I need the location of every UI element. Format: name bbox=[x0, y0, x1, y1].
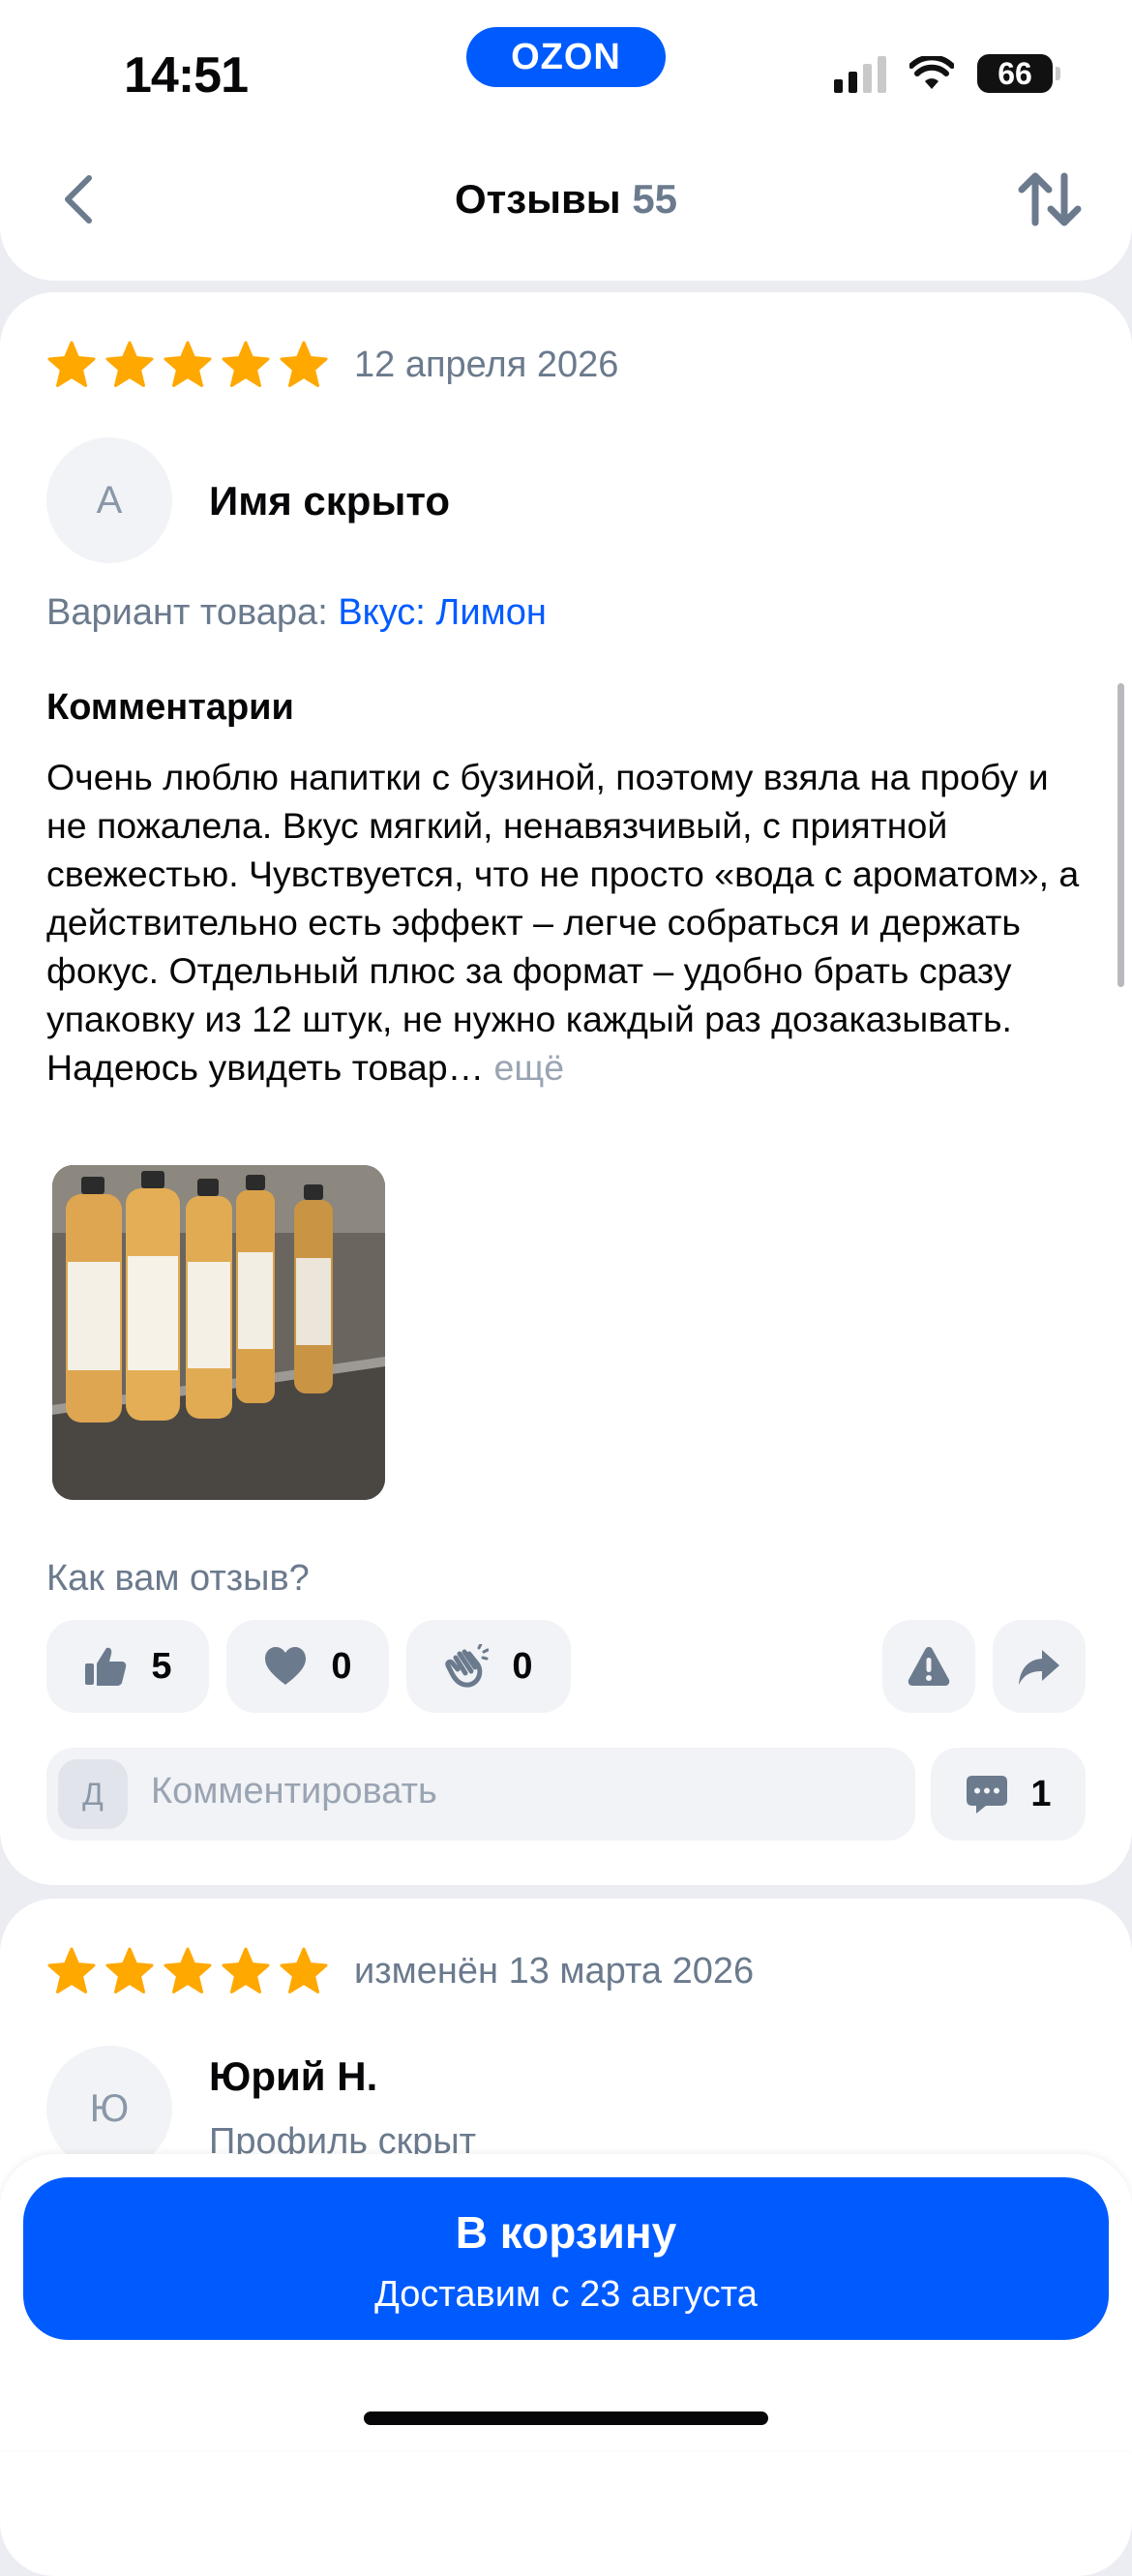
product-variant: Вариант товара: Вкус: Лимон bbox=[46, 592, 547, 634]
home-indicator[interactable] bbox=[364, 2411, 768, 2425]
hearts-count: 0 bbox=[331, 1645, 352, 1687]
star-rating bbox=[46, 341, 329, 389]
share-arrow-icon bbox=[1019, 1650, 1059, 1685]
likes-count: 5 bbox=[151, 1645, 172, 1687]
clap-button[interactable]: 0 bbox=[406, 1620, 571, 1713]
review-photo[interactable] bbox=[52, 1165, 385, 1500]
page-title-text: Отзывы bbox=[454, 176, 621, 222]
status-time: 14:51 bbox=[124, 47, 249, 104]
star-icon bbox=[164, 1947, 212, 1993]
variant-value[interactable]: Вкус: Лимон bbox=[338, 592, 547, 633]
delivery-date-label: Доставим с 23 августа bbox=[374, 2274, 758, 2315]
battery-icon: 66 bbox=[977, 54, 1060, 93]
star-rating bbox=[46, 1947, 329, 1995]
review-text: Очень люблю напитки с бузиной, поэтому в… bbox=[46, 753, 1091, 1092]
scrollbar[interactable] bbox=[1117, 683, 1124, 987]
add-to-cart-button[interactable]: В корзину Доставим с 23 августа bbox=[23, 2177, 1109, 2340]
claps-count: 0 bbox=[512, 1645, 533, 1687]
author-name: Имя скрыто bbox=[209, 478, 451, 524]
cellular-signal-icon bbox=[834, 54, 886, 93]
bottles-image bbox=[52, 1165, 385, 1500]
commenter-avatar: Д bbox=[58, 1759, 128, 1829]
sort-icon[interactable] bbox=[1016, 168, 1084, 230]
like-button[interactable]: 5 bbox=[46, 1620, 209, 1713]
add-to-cart-label: В корзину bbox=[455, 2207, 677, 2258]
star-icon bbox=[222, 1947, 270, 1993]
review-date: изменён 13 марта 2026 bbox=[354, 1950, 755, 1992]
author-name: Юрий Н. bbox=[209, 2053, 378, 2099]
star-icon bbox=[164, 341, 212, 387]
comment-input[interactable]: Д Комментировать bbox=[46, 1748, 915, 1841]
thumbs-up-icon bbox=[85, 1647, 127, 1686]
star-icon bbox=[47, 1947, 96, 1993]
ozon-logo[interactable]: OZON bbox=[466, 27, 666, 87]
wifi-icon bbox=[909, 56, 954, 89]
clapping-hands-icon bbox=[445, 1644, 490, 1688]
bottom-cta-bar: В корзину Доставим с 23 августа bbox=[0, 2154, 1132, 2450]
avatar: Ю bbox=[46, 2046, 172, 2172]
avatar: А bbox=[46, 437, 172, 563]
chat-bubble-icon bbox=[967, 1776, 1008, 1813]
star-icon bbox=[280, 341, 328, 387]
star-icon bbox=[280, 1947, 328, 1993]
variant-label: Вариант товара: bbox=[46, 592, 328, 633]
comments-count: 1 bbox=[1030, 1773, 1052, 1814]
star-icon bbox=[105, 1947, 154, 1993]
heart-button[interactable]: 0 bbox=[226, 1620, 389, 1713]
helpful-question: Как вам отзыв? bbox=[46, 1558, 310, 1599]
review-rating-row: изменён 13 марта 2026 bbox=[46, 1947, 754, 1995]
page-title: Отзывы 55 bbox=[0, 176, 1132, 223]
warning-icon bbox=[908, 1647, 950, 1686]
read-more-link[interactable]: ещё bbox=[494, 1047, 565, 1088]
reviews-count: 55 bbox=[632, 176, 678, 222]
comment-placeholder: Комментировать bbox=[151, 1771, 437, 1812]
comments-button[interactable]: 1 bbox=[931, 1748, 1086, 1841]
report-button[interactable] bbox=[882, 1620, 975, 1713]
review-card: 12 апреля 2026 А Имя скрыто Вариант това… bbox=[0, 292, 1132, 1885]
star-icon bbox=[47, 341, 96, 387]
star-icon bbox=[222, 341, 270, 387]
review-date: 12 апреля 2026 bbox=[354, 344, 619, 385]
review-text-body: Очень люблю напитки с бузиной, поэтому в… bbox=[46, 757, 1080, 1088]
review-rating-row: 12 апреля 2026 bbox=[46, 341, 618, 389]
heart-icon bbox=[265, 1647, 307, 1685]
comment-heading: Комментарии bbox=[46, 687, 294, 728]
star-icon bbox=[105, 341, 154, 387]
top-bar: 14:51 OZON 66 Отзывы 55 bbox=[0, 0, 1132, 281]
share-button[interactable] bbox=[993, 1620, 1086, 1713]
status-icons: 66 bbox=[834, 52, 1060, 95]
